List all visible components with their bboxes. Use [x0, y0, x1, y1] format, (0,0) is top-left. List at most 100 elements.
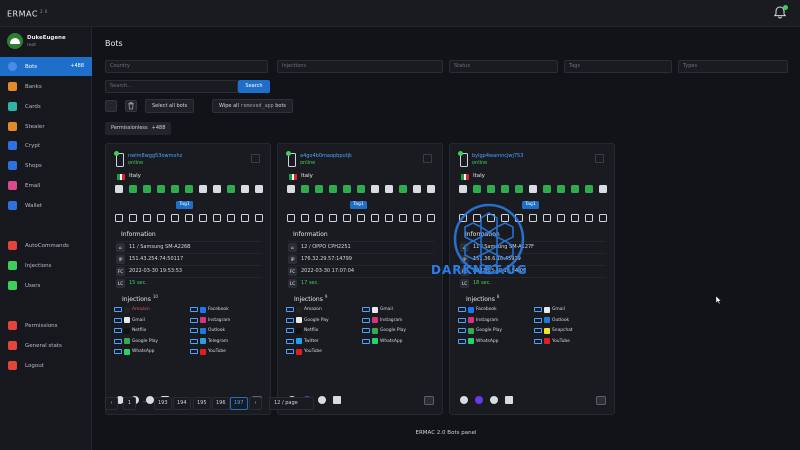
page-button[interactable]: 197: [230, 397, 248, 410]
permission-icon[interactable]: [115, 185, 123, 193]
command-icon[interactable]: [399, 214, 407, 222]
command-icon[interactable]: [199, 214, 207, 222]
injection-item[interactable]: Google Play: [458, 326, 502, 335]
permission-icon[interactable]: [129, 185, 137, 193]
per-page-select[interactable]: 12 / page: [269, 397, 314, 410]
injection-item[interactable]: Facebook: [190, 305, 229, 314]
prev-page-button[interactable]: ‹: [105, 397, 118, 410]
command-icon[interactable]: [213, 214, 221, 222]
sidebar-item-banks[interactable]: Banks: [0, 77, 92, 96]
delete-trash-icon[interactable]: [505, 396, 513, 404]
permission-icon[interactable]: [543, 185, 551, 193]
injection-item[interactable]: Facebook: [458, 305, 497, 314]
injection-item[interactable]: Instagram: [362, 316, 402, 325]
injection-item[interactable]: Instagram: [190, 316, 230, 325]
injection-item[interactable]: Amazon: [286, 305, 322, 314]
settings-gear-icon[interactable]: [318, 396, 326, 404]
sidebar-item-bots[interactable]: Bots +488: [0, 57, 92, 76]
country-filter[interactable]: Country: [105, 60, 268, 73]
permission-icon[interactable]: [357, 185, 365, 193]
command-icon[interactable]: [241, 214, 249, 222]
injection-item[interactable]: Gmail: [114, 316, 145, 325]
command-icon[interactable]: [143, 214, 151, 222]
injection-item[interactable]: Instagram: [458, 316, 498, 325]
search-input[interactable]: Search...: [105, 80, 238, 93]
search-button[interactable]: Search: [238, 80, 270, 93]
injection-item[interactable]: WhatsApp: [458, 337, 498, 346]
injection-item[interactable]: Netflix: [286, 326, 318, 335]
injection-item[interactable]: Google Play: [362, 326, 406, 335]
sidebar-item-wallet[interactable]: Wallet: [0, 196, 92, 215]
permission-icon[interactable]: [199, 185, 207, 193]
sidebar-item-logout[interactable]: Logout: [0, 356, 92, 375]
command-icon[interactable]: [171, 214, 179, 222]
sidebar-item-stealer[interactable]: Stealer: [0, 117, 92, 136]
permission-icon[interactable]: [487, 185, 495, 193]
permission-icon[interactable]: [329, 185, 337, 193]
permission-icon[interactable]: [287, 185, 295, 193]
next-page-button[interactable]: ›: [249, 397, 262, 410]
command-icon[interactable]: [301, 214, 309, 222]
command-icon[interactable]: [385, 214, 393, 222]
command-icon[interactable]: [115, 214, 123, 222]
command-icon[interactable]: [413, 214, 421, 222]
page-button[interactable]: 193: [154, 397, 172, 410]
select-checkbox[interactable]: [105, 100, 117, 112]
injection-item[interactable]: YouTube: [286, 347, 322, 356]
settings-gear-icon[interactable]: [490, 396, 498, 404]
injection-item[interactable]: Google Pay: [286, 316, 329, 325]
injection-item[interactable]: YouTube: [190, 347, 226, 356]
command-icon[interactable]: [599, 214, 607, 222]
permission-icon[interactable]: [213, 185, 221, 193]
permission-icon[interactable]: [427, 185, 435, 193]
bot-id[interactable]: a4go4b0maopbputjk: [300, 153, 352, 159]
bot-select-checkbox[interactable]: [251, 154, 260, 163]
delete-trash-icon[interactable]: [333, 396, 341, 404]
status-filter[interactable]: Status: [449, 60, 558, 73]
command-icon[interactable]: [287, 214, 295, 222]
injection-item[interactable]: Amazon: [114, 305, 150, 314]
injection-item[interactable]: YouTube: [534, 337, 570, 346]
sidebar-item-email[interactable]: Email: [0, 176, 92, 195]
injection-item[interactable]: Snapchat: [534, 326, 573, 335]
permission-icon[interactable]: [515, 185, 523, 193]
command-icon[interactable]: [585, 214, 593, 222]
command-icon[interactable]: [543, 214, 551, 222]
sidebar-item-autocommands[interactable]: AutoCommands: [0, 236, 92, 255]
permission-icon[interactable]: [157, 185, 165, 193]
page-button[interactable]: ···: [139, 397, 152, 410]
permission-icon[interactable]: [301, 185, 309, 193]
permission-icon[interactable]: [529, 185, 537, 193]
injection-item[interactable]: WhatsApp: [362, 337, 402, 346]
command-icon[interactable]: [315, 214, 323, 222]
types-filter[interactable]: Types: [678, 60, 788, 73]
permission-icon[interactable]: [459, 185, 467, 193]
injection-item[interactable]: WhatsApp: [114, 347, 154, 356]
command-icon[interactable]: [571, 214, 579, 222]
page-button[interactable]: 196: [212, 397, 230, 410]
page-button[interactable]: 195: [193, 397, 211, 410]
bot-id[interactable]: bylgp4wamncjwj753: [472, 153, 523, 159]
favorite-heart-icon[interactable]: [460, 396, 468, 404]
tags-filter[interactable]: Tags: [564, 60, 672, 73]
bot-select-checkbox[interactable]: [595, 154, 604, 163]
permission-icon[interactable]: [557, 185, 565, 193]
injection-item[interactable]: Outlook: [190, 326, 225, 335]
permission-icon[interactable]: [343, 185, 351, 193]
permission-icon[interactable]: [399, 185, 407, 193]
page-button[interactable]: 1: [123, 397, 136, 410]
page-button[interactable]: 194: [173, 397, 191, 410]
command-icon[interactable]: [357, 214, 365, 222]
brand-logo[interactable]: ERMAC 2.0: [7, 9, 48, 19]
command-icon[interactable]: [157, 214, 165, 222]
command-icon[interactable]: [329, 214, 337, 222]
permission-icon[interactable]: [171, 185, 179, 193]
command-icon[interactable]: [557, 214, 565, 222]
sidebar-item-shops[interactable]: Shops: [0, 156, 92, 175]
injection-item[interactable]: Netflix: [114, 326, 146, 335]
permission-icon[interactable]: [413, 185, 421, 193]
permission-icon[interactable]: [241, 185, 249, 193]
permission-icon[interactable]: [599, 185, 607, 193]
permission-icon[interactable]: [143, 185, 151, 193]
command-icon[interactable]: [343, 214, 351, 222]
